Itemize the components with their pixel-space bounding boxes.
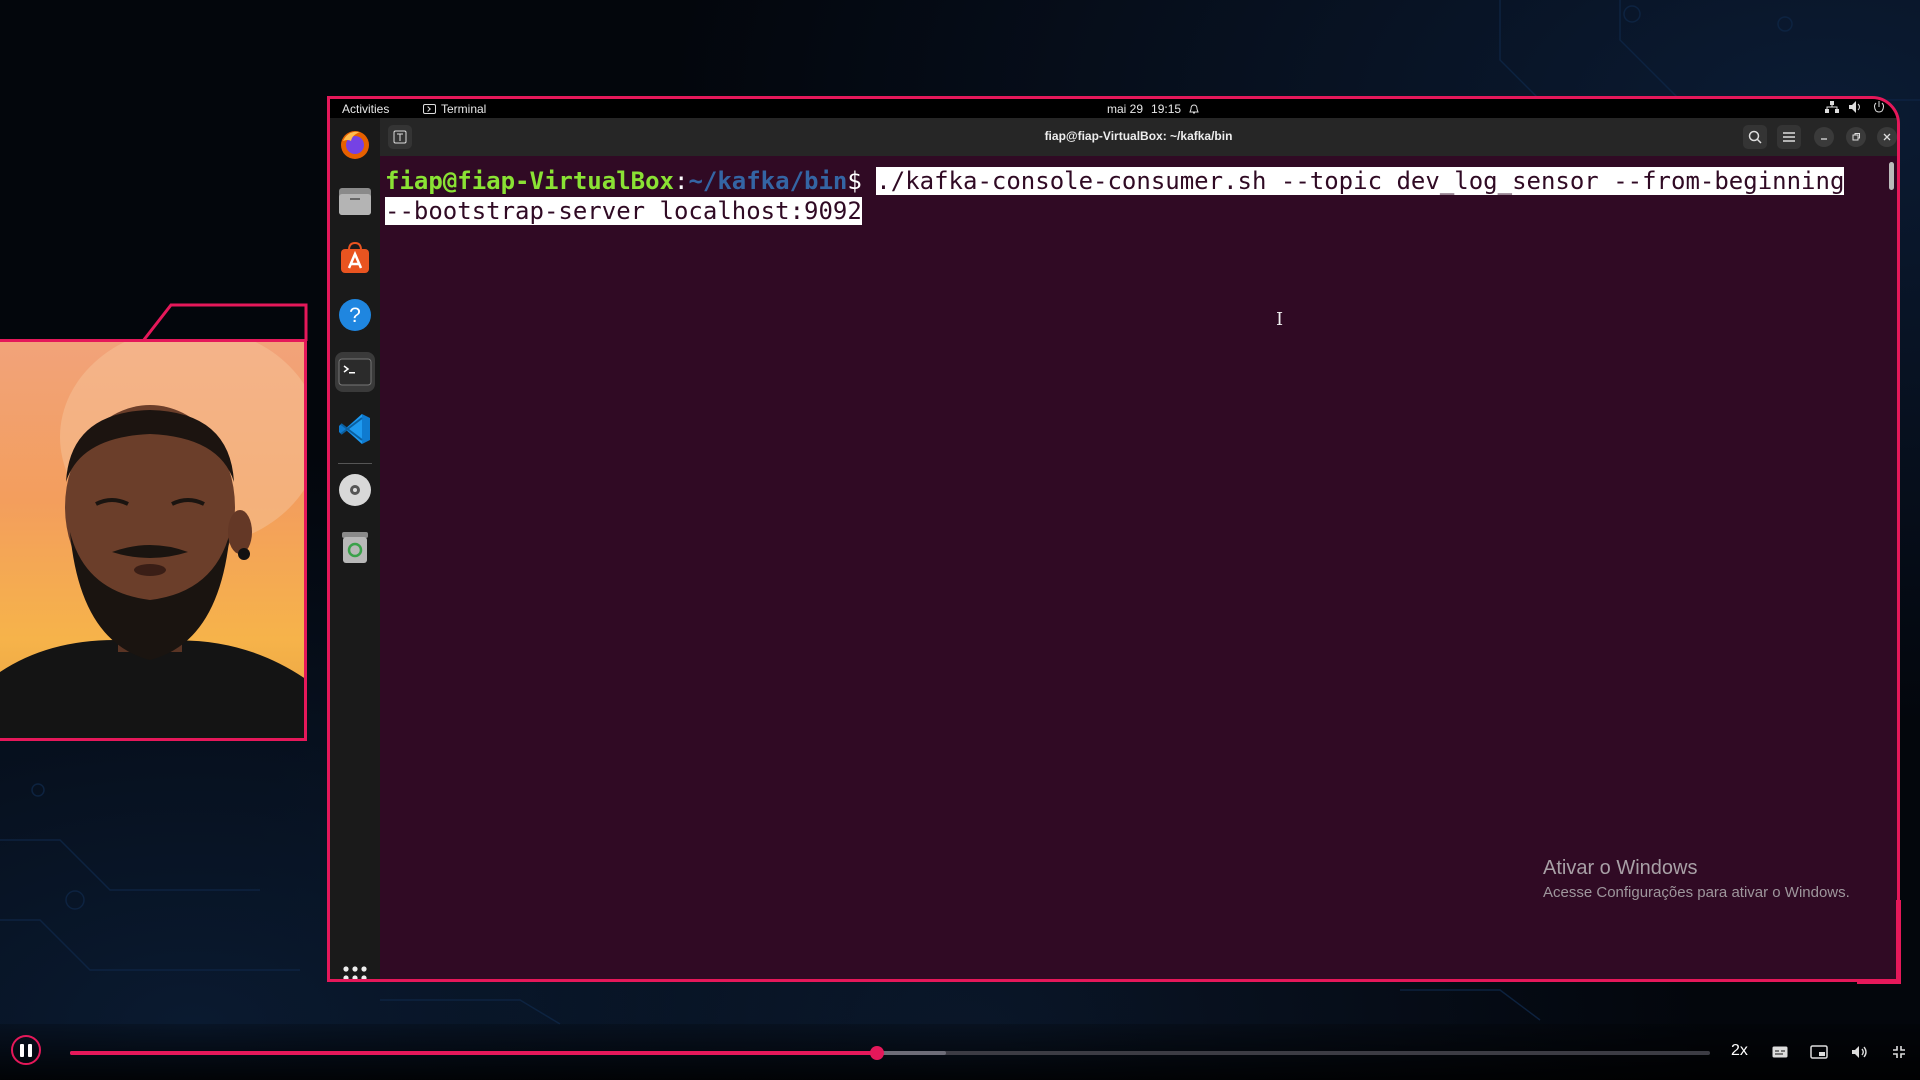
apps-grid-icon [343, 966, 367, 979]
vscode-icon [339, 414, 370, 444]
app-menu-label: Terminal [441, 102, 487, 116]
volume-icon [1852, 1046, 1867, 1058]
pip-icon [1810, 1045, 1828, 1059]
gnome-top-bar: Activities Terminal mai 29 19:15 [330, 99, 1897, 118]
close-icon [1883, 133, 1891, 141]
clock-time: 19:15 [1151, 102, 1182, 116]
firefox-icon [341, 131, 369, 159]
playback-speed-button[interactable]: 2x [1731, 1042, 1748, 1060]
subtitles-button[interactable] [1770, 1042, 1790, 1062]
video-player-controls: 2x [0, 1024, 1920, 1080]
command-text-line1: ./kafka-console-consumer.sh --topic dev_… [876, 167, 1845, 195]
window-title: fiap@fiap-VirtualBox: ~/kafka/bin [1044, 129, 1233, 143]
hamburger-icon [1783, 132, 1795, 142]
frame-corner-accent [1857, 900, 1901, 984]
volume-button[interactable] [1850, 1042, 1870, 1062]
close-button[interactable] [1877, 127, 1897, 147]
watermark-subtitle: Acesse Configurações para ativar o Windo… [1543, 884, 1850, 901]
prompt-path: ~/kafka/bin [688, 167, 848, 195]
captions-icon [1772, 1046, 1788, 1058]
seek-bar[interactable] [70, 1046, 1710, 1060]
files-icon [339, 188, 371, 215]
terminal-line-2: --bootstrap-server localhost:9092 [385, 196, 1897, 226]
prompt-dollar: $ [847, 167, 862, 195]
network-icon [1825, 101, 1839, 113]
dock-files[interactable] [335, 181, 375, 221]
seek-thumb[interactable] [869, 1046, 884, 1060]
dock-firefox[interactable] [335, 124, 375, 164]
pause-icon [20, 1043, 32, 1057]
app-menu[interactable]: Terminal [423, 102, 486, 116]
prompt-colon: : [673, 167, 689, 195]
exit-fullscreen-icon [1893, 1046, 1905, 1058]
clock-date: mai 29 [1107, 102, 1144, 116]
dock-software[interactable] [335, 238, 375, 278]
prompt-user: fiap@fiap-VirtualBox [385, 167, 674, 195]
picture-in-picture-button[interactable] [1809, 1042, 1829, 1062]
clock[interactable]: mai 29 19:15 [1107, 102, 1199, 116]
dock-help[interactable]: ? [335, 295, 375, 335]
minimize-icon [1821, 138, 1827, 140]
terminal-headerbar: fiap@fiap-VirtualBox: ~/kafka/bin [380, 118, 1897, 156]
command-text-line2: --bootstrap-server localhost:9092 [385, 197, 862, 225]
windows-activation-watermark: Ativar o Windows Acesse Configurações pa… [1543, 857, 1850, 901]
dock-trash[interactable] [335, 527, 375, 567]
dock-separator [338, 463, 372, 464]
disc-icon [339, 474, 371, 506]
terminal-line-1: fiap@fiap-VirtualBox:~/kafka/bin$ ./kafk… [385, 166, 1897, 196]
minimize-button[interactable] [1814, 127, 1834, 147]
search-icon [1748, 130, 1762, 144]
terminal-icon [338, 358, 372, 386]
volume-icon [1849, 101, 1860, 113]
svg-text:?: ? [349, 304, 361, 327]
terminal-mini-icon [423, 104, 436, 114]
trash-icon [342, 532, 368, 563]
menu-button[interactable] [1777, 125, 1801, 149]
dock: ? [330, 118, 380, 979]
restore-icon [1852, 133, 1860, 141]
watermark-title: Ativar o Windows [1543, 857, 1698, 879]
search-button[interactable] [1743, 125, 1767, 149]
maximize-button[interactable] [1846, 127, 1866, 147]
dock-show-apps[interactable] [335, 958, 375, 979]
dock-vscode[interactable] [335, 409, 375, 449]
dock-terminal[interactable] [335, 352, 375, 392]
virtual-machine-desktop: Activities Terminal mai 29 19:15 ? fiap@… [327, 96, 1900, 982]
presenter-video [0, 342, 304, 738]
text-cursor-icon: I [1276, 309, 1284, 330]
dock-disc[interactable] [335, 470, 375, 510]
help-icon: ? [339, 299, 371, 331]
alarm-icon [1189, 103, 1199, 113]
pause-button[interactable] [11, 1035, 41, 1065]
power-icon [1874, 101, 1884, 113]
terminal-body[interactable]: fiap@fiap-VirtualBox:~/kafka/bin$ ./kafk… [380, 156, 1897, 979]
played-range [70, 1051, 877, 1055]
fullscreen-button[interactable] [1889, 1042, 1909, 1062]
system-tray[interactable] [1825, 101, 1885, 113]
webcam-tab-decoration [141, 303, 308, 342]
webcam-feed [0, 339, 307, 741]
terminal-scrollbar[interactable] [1889, 162, 1894, 190]
activities-button[interactable]: Activities [342, 102, 389, 116]
software-store-icon [341, 241, 369, 273]
